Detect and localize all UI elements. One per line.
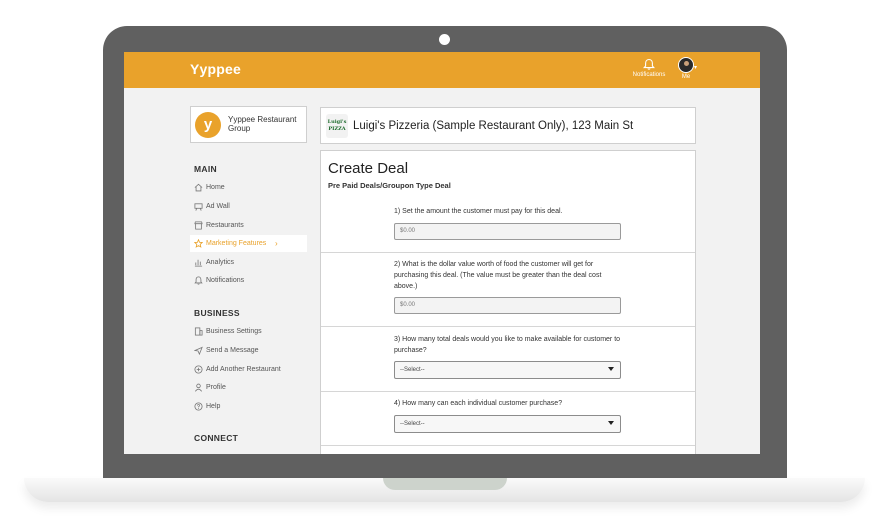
total-deals-select[interactable]: --Select-- xyxy=(394,361,621,379)
org-logo: y xyxy=(195,112,221,138)
chevron-down-icon xyxy=(608,367,614,371)
sidebar-item-label: Profile xyxy=(206,384,226,391)
sidebar-item-label: Analytics xyxy=(206,259,235,266)
question-2-label: 2) What is the dollar value worth of foo… xyxy=(394,261,602,290)
sidebar-item-label: Business Settings xyxy=(206,328,262,335)
sidebar-item-profile[interactable]: Profile xyxy=(190,379,307,396)
home-icon xyxy=(194,183,203,192)
avatar xyxy=(678,57,694,73)
divider xyxy=(321,445,695,446)
sidebar-item-label: Ad Wall xyxy=(206,203,230,210)
restaurant-name: Luigi's Pizzeria (Sample Restaurant Only… xyxy=(353,120,634,132)
star-icon xyxy=(194,239,203,248)
deal-value-input[interactable]: $0.00 xyxy=(394,297,621,314)
per-customer-select[interactable]: --Select-- xyxy=(394,415,621,433)
camera-icon xyxy=(439,34,450,45)
notifications-label: Notifications xyxy=(632,72,666,78)
sidebar-item-label: Add Another Restaurant xyxy=(206,366,281,373)
question-1-label: 1) Set the amount the customer must pay … xyxy=(394,208,563,215)
select-value: --Select-- xyxy=(400,421,425,427)
sidebar-item-label: Home xyxy=(206,184,225,191)
sidebar-item-business-settings[interactable]: Business Settings xyxy=(190,323,307,340)
bell-icon xyxy=(194,276,203,285)
sidebar-item-label: Restaurants xyxy=(206,222,244,229)
chevron-down-icon xyxy=(608,421,614,425)
deal-price-input[interactable]: $0.00 xyxy=(394,223,621,240)
org-card[interactable]: y Yyppee Restaurant Group xyxy=(190,106,307,143)
sidebar-item-add-restaurant[interactable]: Add Another Restaurant xyxy=(190,361,307,378)
section-business: BUSINESS xyxy=(194,308,240,318)
me-label: Me xyxy=(681,74,691,80)
user-icon xyxy=(195,383,202,392)
sidebar-item-label: Help xyxy=(206,403,221,410)
question-3-label: 3) How many total deals would you like t… xyxy=(394,336,621,354)
help-icon xyxy=(194,402,203,411)
plus-circle-icon xyxy=(194,365,203,374)
sidebar-item-analytics[interactable]: Analytics xyxy=(190,254,307,271)
building-icon xyxy=(194,327,203,336)
sidebar-item-restaurants[interactable]: Restaurants xyxy=(190,217,307,234)
sidebar-item-home[interactable]: Home xyxy=(190,179,307,196)
app-screen: Yyppee Notifications Me ▾ y Yyppee Resta… xyxy=(124,52,760,454)
store-icon xyxy=(194,221,203,230)
restaurant-logo: Luigi's PIZZA xyxy=(326,114,348,138)
divider xyxy=(321,252,695,253)
sidebar: y Yyppee Restaurant Group MAIN Home Ad W… xyxy=(190,106,308,443)
divider xyxy=(321,326,695,327)
select-value: --Select-- xyxy=(400,367,425,373)
restaurant-card[interactable]: Luigi's PIZZA Luigi's Pizzeria (Sample R… xyxy=(320,107,696,144)
sidebar-item-label: Send a Message xyxy=(206,347,259,354)
sidebar-item-marketing-features[interactable]: Marketing Features › xyxy=(190,235,307,252)
org-name: Yyppee Restaurant Group xyxy=(228,115,297,133)
section-main: MAIN xyxy=(194,164,217,174)
sidebar-item-notifications[interactable]: Notifications xyxy=(190,272,307,289)
section-connect: CONNECT xyxy=(194,433,239,443)
sidebar-item-help[interactable]: Help xyxy=(190,398,307,415)
app-logo[interactable]: Yyppee xyxy=(190,61,241,77)
sidebar-item-label: Notifications xyxy=(206,277,245,284)
deal-subtitle: Pre Paid Deals/Groupon Type Deal xyxy=(328,181,451,190)
divider xyxy=(321,391,695,392)
ad-wall-icon xyxy=(194,203,203,211)
sidebar-item-send-message[interactable]: Send a Message xyxy=(190,342,307,359)
page-title: Create Deal xyxy=(328,160,409,177)
question-4-label: 4) How many can each individual customer… xyxy=(394,400,563,407)
notifications-button[interactable]: Notifications xyxy=(628,58,670,78)
chart-icon xyxy=(194,259,203,267)
bell-icon xyxy=(643,58,655,70)
sidebar-item-ad-wall[interactable]: Ad Wall xyxy=(190,198,307,215)
top-bar: Yyppee Notifications Me ▾ xyxy=(124,52,760,88)
create-deal-card: Create Deal Pre Paid Deals/Groupon Type … xyxy=(320,150,696,454)
chevron-down-icon[interactable]: ▾ xyxy=(694,64,697,71)
sidebar-item-label: Marketing Features xyxy=(206,240,267,247)
send-icon xyxy=(194,346,203,355)
chevron-right-icon: › xyxy=(275,239,278,248)
laptop-notch xyxy=(383,478,507,490)
